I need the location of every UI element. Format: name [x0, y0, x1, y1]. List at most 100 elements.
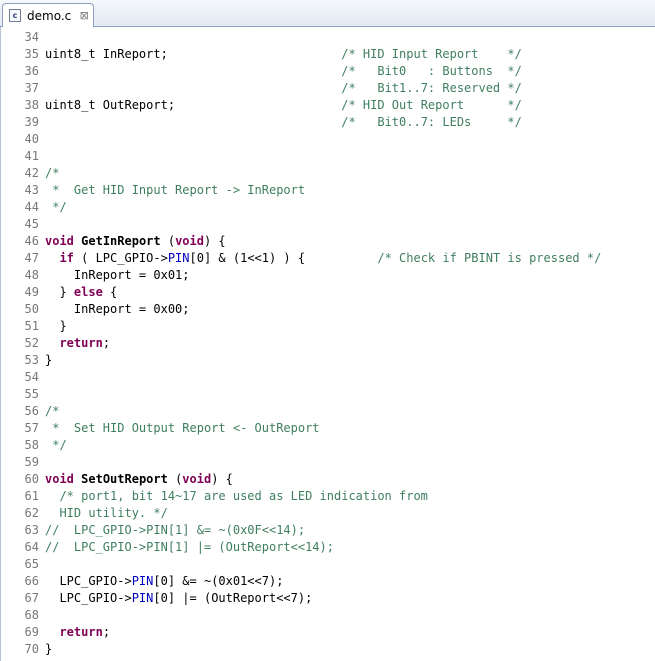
code-token-comment: /* Bit0 : Buttons */ — [341, 64, 522, 78]
code-token-plain: } — [45, 353, 53, 367]
code-line: 61 /* port1, bit 14~17 are used as LED i… — [1, 488, 655, 505]
line-number: 47 — [24, 251, 39, 265]
line-number: 43 — [24, 183, 39, 197]
line-number: 66 — [24, 574, 39, 588]
code-token-plain: ) { — [203, 234, 226, 248]
code-editor: c demo.c ⊠ 34 35 uint8_t InReport; /* HID … — [0, 0, 655, 661]
code-line: 51 } — [1, 318, 655, 335]
line-number: 50 — [24, 302, 39, 316]
line-number: 48 — [24, 268, 39, 282]
code-text: HID utility. */ — [45, 505, 167, 522]
code-line: 66 LPC_GPIO->PIN[0] &= ~(0x01<<7); — [1, 573, 655, 590]
code-line: 57 * Set HID Output Report <- OutReport — [1, 420, 655, 437]
code-token-comment: /* Bit0..7: LEDs */ — [341, 115, 522, 129]
code-text: } else { — [45, 284, 117, 301]
code-token-comment: /* HID Input Report */ — [341, 47, 522, 61]
code-line: 42 /* — [1, 165, 655, 182]
code-token-plain: uint8_t InReport; — [45, 47, 342, 61]
close-icon[interactable]: ⊠ — [78, 9, 90, 22]
line-number: 52 — [24, 336, 39, 350]
line-number: 65 — [24, 557, 39, 571]
line-number: 62 — [24, 506, 39, 520]
code-line: 45 — [1, 216, 655, 233]
line-number: 60 — [24, 472, 39, 486]
line-number: 39 — [24, 115, 39, 129]
line-number: 35 — [24, 47, 39, 61]
code-token-keyword: return — [59, 625, 103, 639]
code-token-comment: * Set HID Output Report <- OutReport — [45, 421, 320, 435]
line-number: 61 — [24, 489, 39, 503]
code-text: InReport = 0x01; — [45, 267, 190, 284]
code-token-keyword: void — [45, 234, 74, 248]
code-token-comment: // LPC_GPIO->PIN[1] &= ~(0x0F<<14); — [45, 523, 306, 537]
code-token-macro: PIN — [167, 251, 190, 265]
code-token-keyword: void — [175, 234, 204, 248]
code-token-keyword: return — [59, 336, 103, 350]
line-number: 51 — [24, 319, 39, 333]
code-text: /* port1, bit 14~17 are used as LED indi… — [45, 488, 427, 505]
code-area[interactable]: 34 35 uint8_t InReport; /* HID Input Repor… — [0, 27, 655, 661]
code-line: 35 uint8_t InReport; /* HID Input Report … — [1, 46, 655, 63]
code-text: uint8_t InReport; /* HID Input Report */ — [45, 46, 522, 63]
line-number: 59 — [24, 455, 39, 469]
code-token-comment: /* HID Out Report */ — [341, 98, 522, 112]
code-line: 63 // LPC_GPIO->PIN[1] &= ~(0x0F<<14); — [1, 522, 655, 539]
tab-demo-c[interactable]: c demo.c ⊠ — [2, 3, 94, 27]
code-token-plain: ( — [167, 472, 183, 486]
code-text: } — [45, 352, 52, 369]
tab-title: demo.c — [27, 8, 72, 23]
code-token-keyword: else — [73, 285, 103, 299]
code-token-plain: [0] &= ~(0x01<<7); — [153, 574, 284, 588]
code-text: */ — [45, 199, 67, 216]
code-token-comment: */ — [45, 200, 67, 214]
code-line: 46 void GetInReport (void) { — [1, 233, 655, 250]
line-number: 45 — [24, 217, 39, 231]
line-number: 53 — [24, 353, 39, 367]
code-token-plain: LPC_GPIO-> — [45, 591, 132, 605]
code-text: /* — [45, 165, 59, 182]
line-number: 34 — [24, 30, 39, 44]
code-token-comment: /* — [45, 166, 60, 180]
code-text: LPC_GPIO->PIN[0] |= (OutReport<<7); — [45, 590, 312, 607]
line-number: 63 — [24, 523, 39, 537]
code-token-macro: PIN — [131, 591, 154, 605]
code-text: LPC_GPIO->PIN[0] &= ~(0x01<<7); — [45, 573, 283, 590]
code-line: 69 return; — [1, 624, 655, 641]
code-token-macro: PIN — [131, 574, 154, 588]
code-token-plain: InReport = 0x00; — [45, 302, 190, 316]
code-line: 65 — [1, 556, 655, 573]
code-token-plain: ; — [102, 336, 111, 350]
code-text: /* Bit0..7: LEDs */ — [45, 114, 522, 131]
code-token-function: SetOutReport — [81, 472, 168, 486]
line-number: 69 — [24, 625, 39, 639]
code-text: /* Bit0 : Buttons */ — [45, 63, 522, 80]
code-text: return; — [45, 624, 110, 641]
code-token-function: GetInReport — [81, 234, 161, 248]
code-text: if ( LPC_GPIO->PIN[0] & (1<<1) ) { /* Ch… — [45, 250, 601, 267]
code-line: 36 /* Bit0 : Buttons */ — [1, 63, 655, 80]
code-line: 64 // LPC_GPIO->PIN[1] |= (OutReport<<14)… — [1, 539, 655, 556]
code-text: */ — [45, 437, 66, 454]
code-text: void SetOutReport (void) { — [45, 471, 233, 488]
code-text: InReport = 0x00; — [45, 301, 190, 318]
c-file-icon: c — [9, 9, 21, 22]
code-line: 53} — [1, 352, 655, 369]
line-number: 44 — [24, 200, 39, 214]
code-token-plain: } — [45, 285, 74, 299]
code-line: 50 InReport = 0x00; — [1, 301, 655, 318]
line-number: 56 — [24, 404, 39, 418]
code-token-plain: } — [45, 642, 53, 656]
code-token-comment: // LPC_GPIO->PIN[1] |= (OutReport<<14); — [45, 540, 334, 554]
code-token-plain: ( — [160, 234, 176, 248]
line-number: 42 — [24, 166, 39, 180]
code-line: 48 InReport = 0x01; — [1, 267, 655, 284]
code-text: // LPC_GPIO->PIN[1] |= (OutReport<<14); — [45, 539, 334, 556]
line-number: 70 — [24, 642, 39, 656]
code-line: 54 — [1, 369, 655, 386]
code-token-plain: LPC_GPIO-> — [45, 574, 132, 588]
code-text: /* — [45, 403, 59, 420]
